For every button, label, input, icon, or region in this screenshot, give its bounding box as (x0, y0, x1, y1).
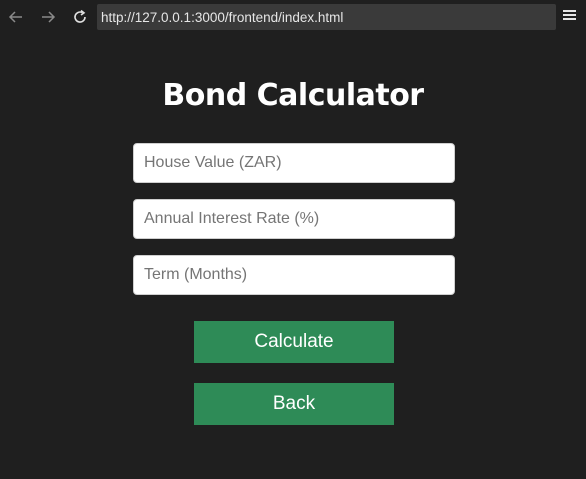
reload-icon[interactable] (68, 5, 92, 29)
house-value-input[interactable] (133, 143, 455, 183)
term-input[interactable] (133, 255, 455, 295)
browser-toolbar: http://127.0.0.1:3000/frontend/index.htm… (0, 0, 586, 34)
forward-arrow-icon[interactable] (36, 5, 60, 29)
hamburger-menu-icon[interactable] (563, 10, 579, 24)
back-button[interactable]: Back (194, 383, 394, 425)
back-arrow-icon[interactable] (4, 5, 28, 29)
address-bar[interactable]: http://127.0.0.1:3000/frontend/index.htm… (97, 4, 556, 30)
page-title: Bond Calculator (162, 78, 424, 113)
calculate-button[interactable]: Calculate (194, 321, 394, 363)
interest-rate-input[interactable] (133, 199, 455, 239)
